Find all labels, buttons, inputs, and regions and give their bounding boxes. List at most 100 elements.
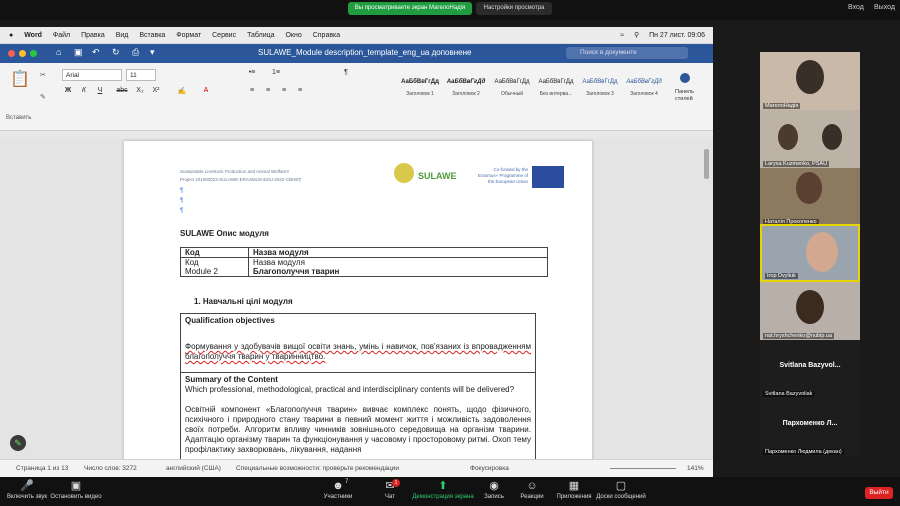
highlight-icon[interactable]: ✍ — [176, 87, 188, 95]
align-left-icon[interactable]: ≡ — [246, 87, 258, 94]
annotate-pen-icon[interactable]: ✎ — [10, 435, 26, 451]
participant-tile[interactable]: Larysa Kuzmenko, PSAU — [760, 110, 860, 168]
page-count[interactable]: Страница 1 из 13 — [16, 460, 68, 477]
italic-button[interactable]: К — [78, 87, 90, 94]
qualification-objectives-title[interactable]: Qualification objectives — [185, 316, 531, 326]
justify-icon[interactable]: ≡ — [294, 87, 306, 94]
menu-window[interactable]: Окно — [285, 27, 301, 44]
menu-table[interactable]: Таблица — [247, 27, 274, 44]
styles-pane-icon[interactable] — [680, 73, 690, 83]
format-painter-icon[interactable]: ✎ — [40, 93, 46, 101]
style-heading3[interactable]: АаБбВвГгДд Заголовок 3 — [578, 71, 622, 115]
participants-button[interactable]: ☻ Участники — [322, 479, 354, 500]
styles-pane-button[interactable]: Панель стилей — [675, 89, 705, 103]
section-heading-1[interactable]: 1. Навчальні цілі модуля — [194, 297, 293, 306]
menu-edit[interactable]: Правка — [81, 27, 105, 44]
participant-subname: Пархоменко Людмила (декан) — [763, 449, 844, 455]
style-normal[interactable]: АаБбВвГгДд Обычный — [490, 71, 534, 115]
record-button[interactable]: ◉ Запись — [482, 479, 506, 500]
redo-icon[interactable]: ↻ — [112, 47, 120, 58]
search-icon[interactable]: ⚲ — [634, 32, 639, 39]
menu-insert[interactable]: Вставка — [139, 27, 165, 44]
document-heading[interactable]: SULAWE Опис модуля — [180, 229, 269, 238]
focus-mode-button[interactable]: Фокусировка — [470, 460, 509, 477]
cut-icon[interactable]: ✂ — [40, 71, 46, 79]
enter-fullscreen-button[interactable]: Вход — [848, 4, 864, 11]
cell[interactable]: Module 2 — [180, 267, 249, 277]
cell[interactable]: Код — [180, 257, 249, 267]
apple-icon[interactable]: ● — [9, 27, 13, 44]
participant-tile[interactable]: nat.hryshchenko@nubip.ua — [760, 282, 860, 340]
participant-tile[interactable]: Пархоменко Л... Пархоменко Людмила (дека… — [760, 398, 860, 456]
align-right-icon[interactable]: ≡ — [278, 87, 290, 94]
show-marks-icon[interactable]: ¶ — [340, 69, 352, 76]
word-title-bar: ⌂ ▣ ↶ ↻ ⎙ ▾ SULAWE_Module description_te… — [0, 44, 713, 63]
style-no-spacing[interactable]: АаБбВвГгДд Без интерва... — [534, 71, 578, 115]
module-table: Код Назва модуля Код Назва модуля Module 2… — [180, 247, 548, 277]
style-label: Заголовок 3 — [586, 91, 614, 97]
menu-help[interactable]: Справка — [313, 27, 340, 44]
word-count[interactable]: Число слов: 3272 — [84, 460, 137, 477]
bold-button[interactable]: Ж — [62, 87, 74, 94]
cell[interactable]: Назва модуля — [248, 247, 548, 258]
reactions-button[interactable]: ☺ Реакции — [518, 479, 546, 500]
vertical-scrollbar[interactable] — [704, 149, 709, 179]
stop-video-button[interactable]: ▣ Остановить видео — [50, 479, 102, 500]
customize-icon[interactable]: ▾ — [150, 47, 155, 58]
unmute-button[interactable]: 🎤 Включить звук — [6, 479, 48, 500]
participant-tile-active-speaker[interactable]: Ігор Dvyliuk — [760, 224, 860, 282]
strikethrough-button[interactable]: abc — [116, 87, 128, 94]
minimize-window-icon[interactable] — [19, 50, 26, 57]
style-heading4[interactable]: АаБбВвГгДд Заголовок 4 — [622, 71, 666, 115]
apps-button[interactable]: ▦ Приложения — [554, 479, 594, 500]
undo-icon[interactable]: ↶ — [92, 47, 100, 58]
summary-text[interactable]: Освітній компонент «Благополуччя тварин»… — [185, 405, 531, 455]
print-icon[interactable]: ⎙ — [132, 47, 139, 58]
menu-app[interactable]: Word — [24, 27, 42, 44]
menu-tools[interactable]: Сервис — [212, 27, 236, 44]
share-screen-button[interactable]: ⬆ Демонстрация экрана — [412, 479, 474, 500]
zoom-slider[interactable] — [610, 468, 676, 469]
style-heading2[interactable]: АаБбВвГгДд Заголовок 2 — [444, 71, 488, 115]
save-icon[interactable]: ▣ — [74, 47, 83, 58]
font-size-select[interactable]: 11 — [126, 69, 156, 81]
cell[interactable]: Назва модуля — [248, 257, 548, 267]
subscript-button[interactable]: X₂ — [134, 87, 146, 94]
leave-button[interactable]: Выйти — [865, 487, 893, 499]
participants-icon: ☻ — [332, 480, 344, 492]
document-canvas: Sustainable Livestock Production and Ani… — [0, 139, 713, 471]
font-color-icon[interactable]: A — [200, 87, 212, 94]
home-icon[interactable]: ⌂ — [56, 47, 61, 57]
accessibility-status[interactable]: Специальные возможности: проверьте реком… — [236, 460, 399, 477]
participant-tile[interactable]: МагелоНадія — [760, 52, 860, 110]
font-name-select[interactable]: Arial — [62, 69, 122, 81]
exit-fullscreen-button[interactable]: Выход — [874, 4, 895, 11]
wifi-icon[interactable]: ≈ — [620, 32, 624, 39]
whiteboards-button[interactable]: ▢ Доски сообщений — [596, 479, 646, 500]
unmute-label: Включить звук — [6, 494, 47, 500]
underline-button[interactable]: Ч — [94, 87, 106, 94]
cell[interactable]: Код — [180, 247, 249, 258]
participant-tile[interactable]: Наталія Прокопенко — [760, 168, 860, 226]
menu-view[interactable]: Вид — [116, 27, 129, 44]
participant-tile[interactable]: Svitlana Bazyvol... Svitlana Bazyvoliak — [760, 340, 860, 398]
qualification-objectives-text[interactable]: Формування у здобувачів вищої освіти зна… — [185, 342, 531, 362]
superscript-button[interactable]: X² — [150, 87, 162, 94]
paste-button-label[interactable]: Вставить — [6, 115, 31, 121]
view-options-button[interactable]: Настройки просмотра — [476, 2, 552, 15]
cell[interactable]: Благополуччя тварин — [248, 267, 548, 277]
menu-format[interactable]: Формат — [176, 27, 201, 44]
document-search-input[interactable]: Поиск в документе — [566, 47, 688, 59]
zoom-window-icon[interactable] — [30, 50, 37, 57]
numbering-icon[interactable]: 1≡ — [270, 69, 282, 76]
style-heading1[interactable]: АаБбВвГгДд Заголовок 1 — [398, 71, 442, 115]
language[interactable]: английский (США) — [166, 460, 221, 477]
paste-icon[interactable]: 📋 — [10, 69, 30, 89]
bullets-icon[interactable]: •≡ — [246, 69, 258, 76]
align-center-icon[interactable]: ≡ — [262, 87, 274, 94]
header-line-2: Project 101083023-SULAWE-ERASMUS-EDU-202… — [180, 177, 301, 182]
close-window-icon[interactable] — [8, 50, 15, 57]
summary-title[interactable]: Summary of the Content — [185, 375, 531, 385]
summary-question[interactable]: Which professional, methodological, prac… — [185, 385, 531, 395]
menu-file[interactable]: Файл — [53, 27, 70, 44]
